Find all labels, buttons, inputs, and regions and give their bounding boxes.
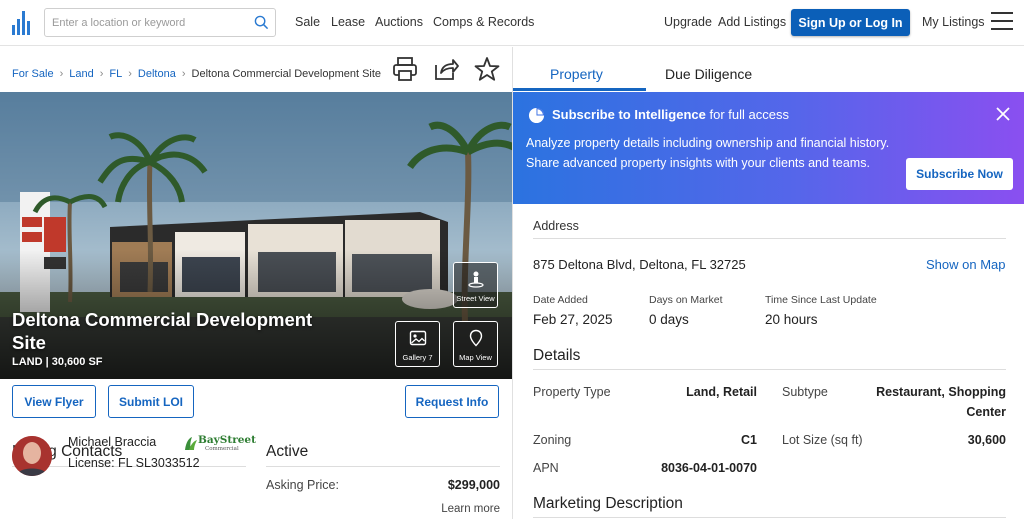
date-added-label: Date Added (533, 294, 588, 306)
nav-comps-records[interactable]: Comps & Records (433, 15, 534, 29)
days-on-market-value: 0 days (649, 312, 689, 327)
hamburger-menu-icon[interactable] (991, 12, 1013, 32)
asking-price-label: Asking Price: (266, 478, 339, 492)
favorite-star-icon[interactable] (473, 55, 501, 83)
apn-value: 8036-04-01-0070 (661, 461, 757, 475)
search-box (44, 8, 276, 37)
subtype-label: Subtype (782, 385, 828, 399)
nav-auctions[interactable]: Auctions (375, 15, 423, 29)
address-value: 875 Deltona Blvd, Deltona, FL 32725 (533, 257, 746, 272)
breadcrumb-current: Deltona Commercial Development Site (191, 68, 382, 80)
request-info-button[interactable]: Request Info (405, 385, 499, 418)
subtype-value-line2: Center (966, 405, 1006, 419)
nav-upgrade[interactable]: Upgrade (664, 15, 712, 29)
hero-image[interactable]: Deltona Commercial Development Site LAND… (0, 92, 512, 379)
breadcrumb-deltona[interactable]: Deltona (138, 68, 176, 80)
subtype-value-line1: Restaurant, Shopping (876, 385, 1006, 399)
hero-subtitle: LAND | 30,600 SF (12, 356, 103, 368)
marketing-description-heading: Marketing Description (533, 495, 683, 512)
days-on-market-label: Days on Market (649, 294, 723, 306)
subscribe-now-button[interactable]: Subscribe Now (906, 158, 1013, 190)
address-label: Address (533, 219, 579, 233)
asking-price-value: $299,000 (447, 478, 500, 492)
tab-due-diligence[interactable]: Due Diligence (665, 66, 752, 82)
promo-heading: Subscribe to Intelligence for full acces… (552, 107, 789, 122)
nav-sale[interactable]: Sale (295, 15, 320, 29)
tab-property[interactable]: Property (550, 66, 603, 82)
search-input[interactable] (45, 9, 245, 36)
contact-name[interactable]: Michael Braccia (68, 435, 156, 449)
listing-panel: For Sale › Land › FL › Deltona › Deltona Commerc… (0, 47, 512, 519)
gallery-button[interactable]: Gallery 7 (395, 321, 440, 367)
gallery-icon (409, 330, 427, 346)
logo-icon[interactable] (12, 11, 32, 35)
search-icon[interactable] (254, 15, 269, 30)
breadcrumb-fl[interactable]: FL (109, 68, 122, 80)
show-on-map-link[interactable]: Show on Map (926, 257, 1006, 272)
brokerage-logo: BayStreet Commercial (183, 434, 256, 454)
property-details-panel: Property Due Diligence Subscribe to Inte… (513, 47, 1024, 519)
breadcrumb: For Sale › Land › FL › Deltona › Deltona Commerc… (12, 68, 382, 80)
property-type-label: Property Type (533, 385, 611, 399)
contact-license: License: FL SL3033512 (68, 456, 200, 470)
date-added-value: Feb 27, 2025 (533, 312, 613, 327)
hero-title: Deltona Commercial Development Site (12, 309, 313, 353)
property-type-value: Land, Retail (686, 385, 757, 399)
details-heading: Details (533, 347, 581, 364)
close-icon[interactable] (996, 107, 1010, 121)
learn-more-link[interactable]: Learn more (420, 503, 500, 515)
breadcrumb-for-sale[interactable]: For Sale (12, 68, 54, 80)
intelligence-promo-banner: Subscribe to Intelligence for full acces… (513, 92, 1024, 204)
share-icon[interactable] (432, 55, 460, 83)
status-heading: Active (266, 443, 309, 460)
time-since-update-label: Time Since Last Update (765, 294, 877, 306)
nav-add-listings[interactable]: Add Listings (718, 15, 786, 29)
signup-login-button[interactable]: Sign Up or Log In (791, 9, 910, 36)
lot-size-label: Lot Size (sq ft) (782, 433, 863, 447)
apn-label: APN (533, 461, 559, 475)
zoning-value: C1 (741, 433, 757, 447)
brokerage-logo-text: BayStreet (198, 434, 256, 446)
gallery-label: Gallery 7 (402, 353, 433, 362)
detail-tabs: Property Due Diligence (513, 47, 1024, 91)
zoning-label: Zoning (533, 433, 572, 447)
street-view-icon (468, 271, 484, 288)
view-flyer-button[interactable]: View Flyer (12, 385, 96, 418)
nav-lease[interactable]: Lease (331, 15, 365, 29)
map-pin-icon (469, 329, 483, 347)
avatar[interactable] (12, 436, 52, 476)
active-tab-indicator (513, 88, 646, 91)
street-view-label: Street View (456, 294, 495, 303)
nav-my-listings[interactable]: My Listings (922, 15, 985, 29)
lot-size-value: 30,600 (967, 433, 1006, 447)
submit-loi-button[interactable]: Submit LOI (108, 385, 194, 418)
map-view-button[interactable]: Map View (453, 321, 498, 367)
print-icon[interactable] (391, 55, 419, 83)
brokerage-logo-subtext: Commercial (205, 446, 239, 452)
map-view-label: Map View (459, 353, 492, 362)
time-since-update-value: 20 hours (765, 312, 818, 327)
street-view-button[interactable]: Street View (453, 262, 498, 308)
top-nav-bar: Sale Lease Auctions Comps & Records Upgr… (0, 0, 1024, 46)
pie-chart-icon (528, 107, 545, 124)
breadcrumb-land[interactable]: Land (69, 68, 93, 80)
promo-body: Analyze property details including owner… (526, 136, 890, 170)
